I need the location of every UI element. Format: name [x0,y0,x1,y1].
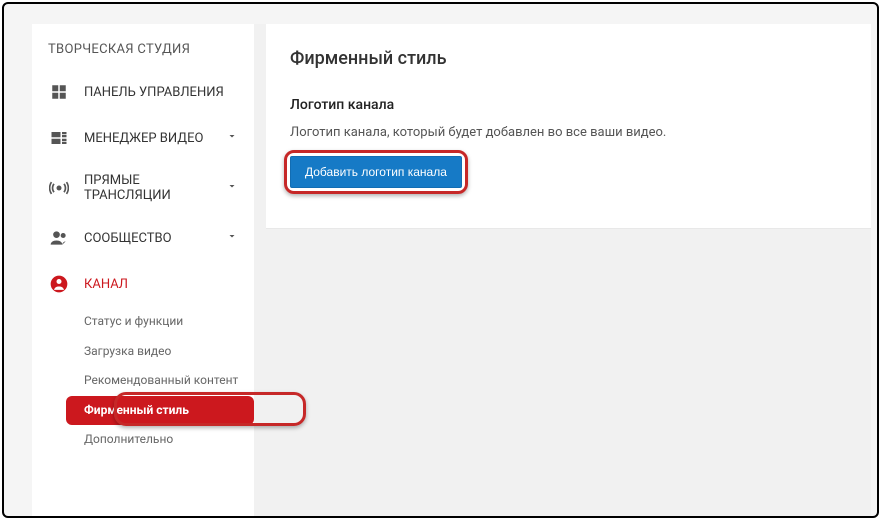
section-title: Логотип канала [290,97,847,113]
nav-community[interactable]: СООБЩЕСТВО [32,215,254,261]
add-branding-button[interactable]: Добавить логотип канала [290,156,462,188]
nav-label: КАНАЛ [84,277,128,292]
nav-video-manager[interactable]: МЕНЕДЖЕР ВИДЕО [32,115,254,161]
chevron-down-icon [226,230,238,246]
community-icon [48,227,70,249]
app-frame: ТВОРЧЕСКАЯ СТУДИЯ ПАНЕЛЬ УПРАВЛЕНИЯ МЕНЕ… [2,2,879,518]
branding-panel: Фирменный стиль Логотип канала Логотип к… [266,24,871,229]
video-manager-icon [48,127,70,149]
channel-icon [48,273,70,295]
sidebar-title: ТВОРЧЕСКАЯ СТУДИЯ [32,24,254,69]
chevron-down-icon [226,130,238,146]
nav-dashboard[interactable]: ПАНЕЛЬ УПРАВЛЕНИЯ [32,69,254,115]
subnav-status[interactable]: Статус и функции [84,307,254,337]
nav-label: ПАНЕЛЬ УПРАВЛЕНИЯ [84,85,224,100]
page-title: Фирменный стиль [290,48,847,69]
sidebar: ТВОРЧЕСКАЯ СТУДИЯ ПАНЕЛЬ УПРАВЛЕНИЯ МЕНЕ… [32,24,254,516]
channel-subnav: Статус и функции Загрузка видео Рекоменд… [32,307,254,455]
nav-live-streaming[interactable]: ПРЯМЫЕ ТРАНСЛЯЦИИ [32,161,254,215]
nav-label: ПРЯМЫЕ ТРАНСЛЯЦИИ [84,173,226,203]
nav-label: СООБЩЕСТВО [84,231,172,246]
main-content: Фирменный стиль Логотип канала Логотип к… [254,24,871,516]
nav-label: МЕНЕДЖЕР ВИДЕО [84,131,203,146]
subnav-upload[interactable]: Загрузка видео [84,337,254,367]
dashboard-icon [48,81,70,103]
live-icon [48,177,70,199]
chevron-down-icon [226,180,238,196]
subnav-advanced[interactable]: Дополнительно [84,425,254,455]
section-description: Логотип канала, который будет добавлен в… [290,125,847,140]
subnav-branding[interactable]: Фирменный стиль [66,396,254,426]
nav-channel[interactable]: КАНАЛ [32,261,254,307]
subnav-featured[interactable]: Рекомендованный контент [84,366,254,396]
